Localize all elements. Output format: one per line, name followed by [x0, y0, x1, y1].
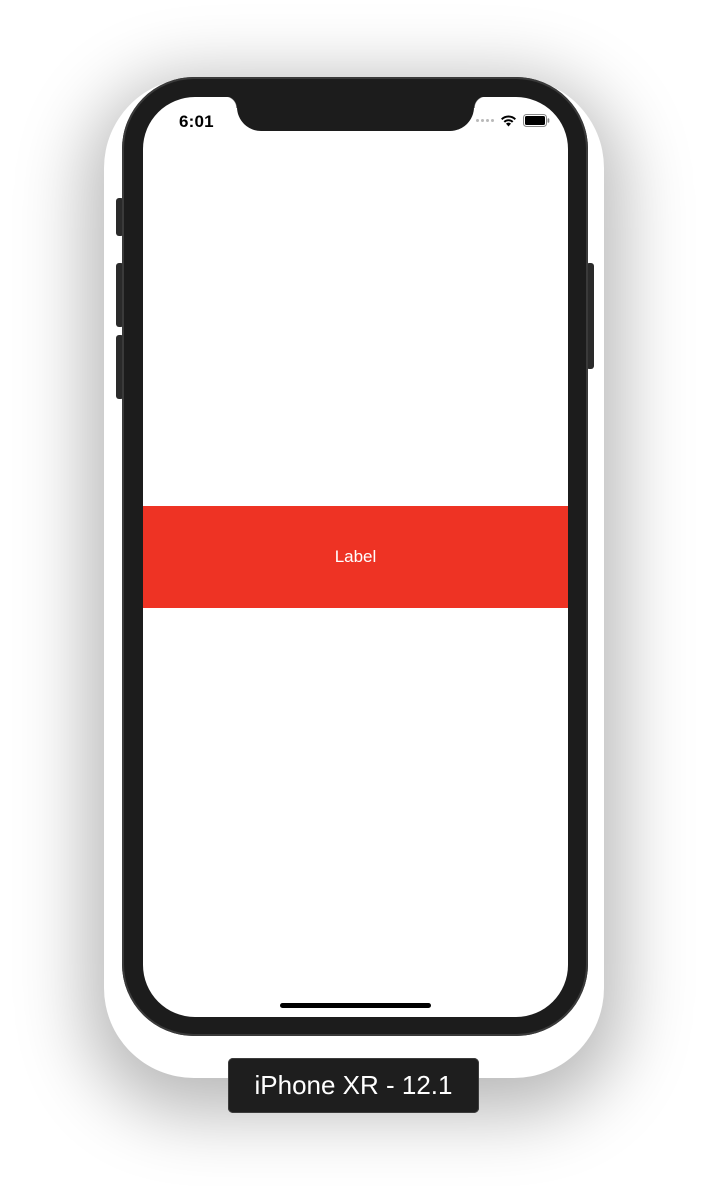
simulator-stage: 6:01 Label iPhone XR - 12.1 [0, 0, 710, 1186]
battery-icon [523, 114, 550, 127]
notch [225, 97, 486, 131]
status-time: 6:01 [179, 112, 214, 131]
label-bar: Label [143, 506, 568, 608]
label-text: Label [334, 547, 377, 566]
status-icons [476, 114, 550, 127]
device-caption: iPhone XR - 12.1 [228, 1058, 479, 1113]
home-indicator[interactable] [280, 1003, 431, 1008]
wifi-icon [500, 114, 517, 127]
device-caption-text: iPhone XR - 12.1 [254, 1070, 453, 1100]
device-screen[interactable]: 6:01 Label [143, 97, 568, 1017]
cellular-signal-icon [476, 119, 494, 122]
